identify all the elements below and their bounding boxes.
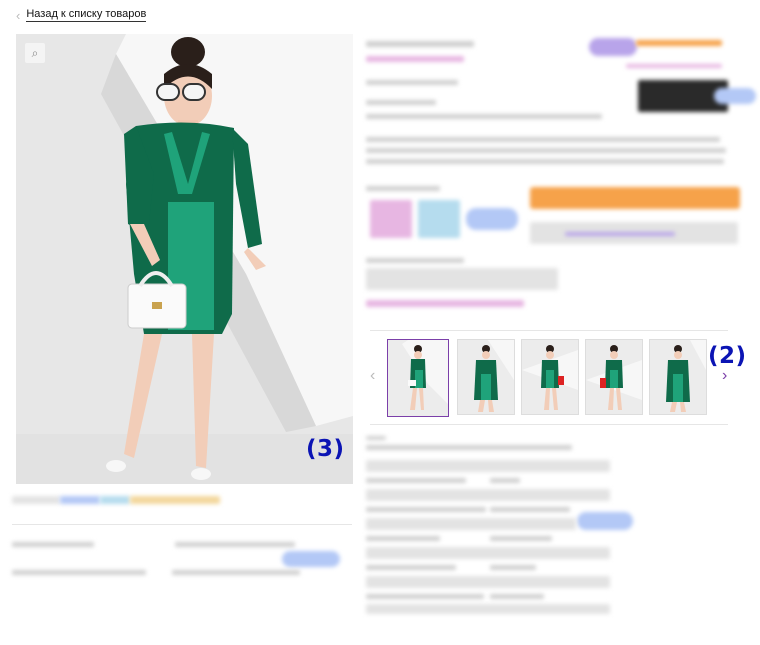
blurred-text — [490, 594, 544, 599]
annotation-marker-thumbs: (2) — [708, 343, 747, 369]
blurred-text — [490, 536, 552, 541]
blurred-swatch[interactable] — [370, 200, 412, 238]
divider — [370, 330, 728, 331]
blurred-text — [100, 496, 130, 504]
thumbnail-1[interactable] — [387, 339, 449, 417]
thumbnail-5[interactable] — [649, 339, 707, 415]
magnifier-icon[interactable]: ⌕ — [25, 43, 45, 63]
back-link[interactable]: ‹ Назад к списку товаров — [16, 7, 147, 23]
annotation-marker-main: (3) — [306, 436, 345, 462]
blurred-text — [366, 159, 724, 164]
thumbnail-image — [650, 340, 706, 414]
blurred-link[interactable] — [577, 512, 633, 530]
blurred-text — [366, 100, 436, 105]
thumbnail-image — [586, 340, 642, 414]
chevron-right-icon[interactable]: › — [722, 367, 727, 385]
blurred-text — [366, 536, 440, 541]
chevron-left-icon[interactable]: ‹ — [370, 367, 375, 385]
blurred-title — [366, 41, 474, 47]
chevron-left-icon: ‹ — [16, 7, 21, 23]
blurred-text — [490, 507, 570, 512]
blurred-swatch[interactable] — [466, 208, 518, 230]
blurred-row — [366, 576, 610, 588]
blurred-text — [366, 258, 464, 263]
thumbnail-image — [388, 340, 448, 416]
blurred-row — [366, 518, 576, 530]
thumbnail-strip: ‹ › (2) — [362, 339, 746, 417]
product-photo-illustration — [16, 34, 353, 484]
blurred-link[interactable] — [282, 551, 340, 567]
main-product-photo[interactable]: ⌕ (3) — [16, 34, 353, 484]
blurred-text — [626, 64, 722, 68]
thumbnail-image — [458, 340, 514, 414]
blurred-text — [366, 148, 726, 153]
blurred-price — [636, 40, 722, 46]
blurred-link[interactable] — [714, 88, 756, 104]
blurred-row — [366, 489, 610, 501]
blurred-text — [366, 300, 524, 307]
blurred-text — [12, 570, 146, 575]
blurred-text — [366, 565, 456, 570]
blurred-text — [366, 436, 386, 440]
blurred-text — [60, 496, 100, 504]
blurred-text — [366, 56, 464, 62]
blurred-text — [565, 232, 675, 236]
blurred-text — [366, 80, 458, 85]
blurred-swatch[interactable] — [418, 200, 460, 238]
blurred-badge[interactable] — [589, 38, 637, 56]
blurred-text — [366, 114, 602, 119]
blurred-text — [366, 137, 720, 142]
blurred-text — [490, 565, 536, 570]
blurred-text — [12, 542, 94, 547]
back-link-label[interactable]: Назад к списку товаров — [26, 8, 147, 22]
thumbnail-image — [522, 340, 578, 414]
blurred-text — [366, 507, 486, 512]
thumbnail-2[interactable] — [457, 339, 515, 415]
blurred-row — [366, 604, 610, 614]
blurred-text — [366, 186, 440, 191]
thumbnail-3[interactable] — [521, 339, 579, 415]
blurred-text — [366, 478, 466, 483]
blurred-text — [130, 496, 220, 504]
blurred-row — [366, 547, 610, 559]
divider — [370, 424, 728, 425]
blurred-text — [366, 594, 484, 599]
blurred-text — [172, 570, 300, 575]
blurred-text — [12, 496, 60, 504]
blurred-title — [366, 445, 572, 450]
divider — [12, 524, 352, 525]
blurred-text — [175, 542, 295, 547]
blurred-field[interactable] — [366, 268, 558, 290]
blurred-row — [366, 460, 610, 472]
thumbnail-4[interactable] — [585, 339, 643, 415]
blurred-cta-button[interactable] — [530, 187, 740, 209]
blurred-text — [490, 478, 520, 483]
